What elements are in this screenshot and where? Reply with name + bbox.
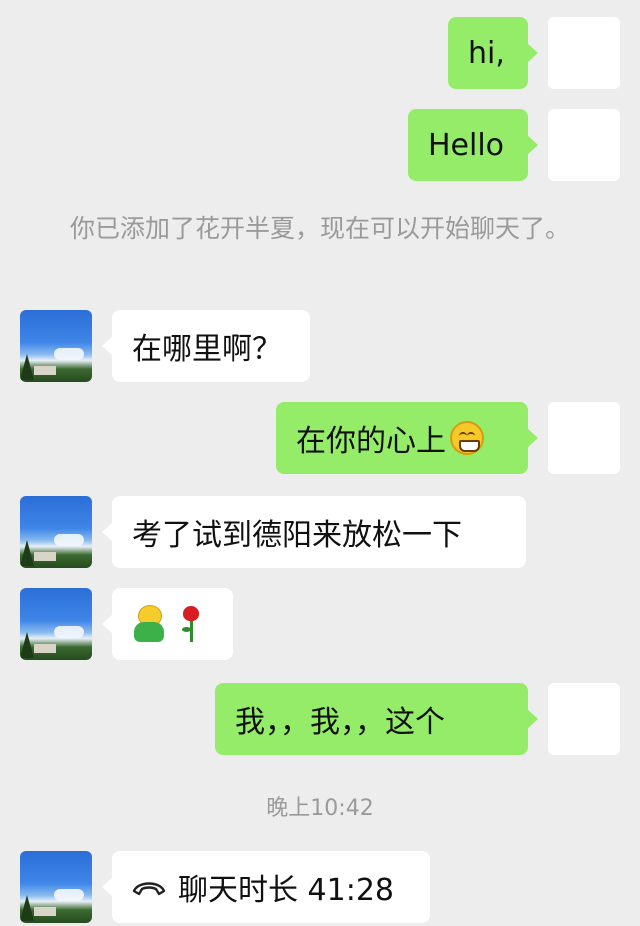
avatar[interactable] xyxy=(20,310,92,382)
rose-emoji-icon xyxy=(180,605,202,643)
message-row-self: 在你的心上 xyxy=(0,402,640,474)
call-duration-text: 聊天时长 41:28 xyxy=(178,873,394,908)
message-text: 在哪里啊？ xyxy=(132,332,282,367)
avatar[interactable] xyxy=(548,402,620,474)
message-text: 考了试到德阳来放松一下 xyxy=(132,518,462,553)
avatar[interactable] xyxy=(20,588,92,660)
message-row-peer: 考了试到德阳来放松一下 xyxy=(0,496,640,568)
message-bubble[interactable]: 考了试到德阳来放松一下 xyxy=(102,496,526,568)
avatar[interactable] xyxy=(20,496,92,568)
message-bubble[interactable]: hi, xyxy=(448,17,538,89)
message-bubble[interactable]: 在哪里啊？ xyxy=(102,310,310,382)
grin-emoji-icon xyxy=(450,421,484,455)
message-text: Hello xyxy=(428,127,505,163)
message-row-self: 我，，我，，这个 xyxy=(0,683,640,755)
avatar[interactable] xyxy=(548,109,620,181)
message-bubble[interactable] xyxy=(102,588,233,660)
message-row-peer: 聊天时长 41:28 xyxy=(0,851,640,923)
message-row-self: Hello xyxy=(0,109,640,181)
call-record-bubble[interactable]: 聊天时长 41:28 xyxy=(102,851,430,923)
message-row-self: hi, xyxy=(0,17,640,89)
avatar[interactable] xyxy=(548,17,620,89)
message-text: hi, xyxy=(468,35,505,71)
timestamp: 晚上10:42 xyxy=(266,796,374,821)
smiling-bear-emoji-icon xyxy=(132,605,166,643)
message-row-peer: 在哪里啊？ xyxy=(0,310,640,382)
message-text: 我，，我，，这个 xyxy=(235,705,445,740)
message-bubble[interactable]: Hello xyxy=(408,109,538,181)
message-bubble[interactable]: 在你的心上 xyxy=(276,402,538,474)
phone-hangup-icon xyxy=(132,882,166,896)
system-notice: 你已添加了花开半夏，现在可以开始聊天了。 xyxy=(69,214,570,243)
avatar[interactable] xyxy=(20,851,92,923)
message-text: 在你的心上 xyxy=(296,424,446,459)
message-row-peer xyxy=(0,588,640,660)
message-bubble[interactable]: 我，，我，，这个 xyxy=(215,683,538,755)
avatar[interactable] xyxy=(548,683,620,755)
